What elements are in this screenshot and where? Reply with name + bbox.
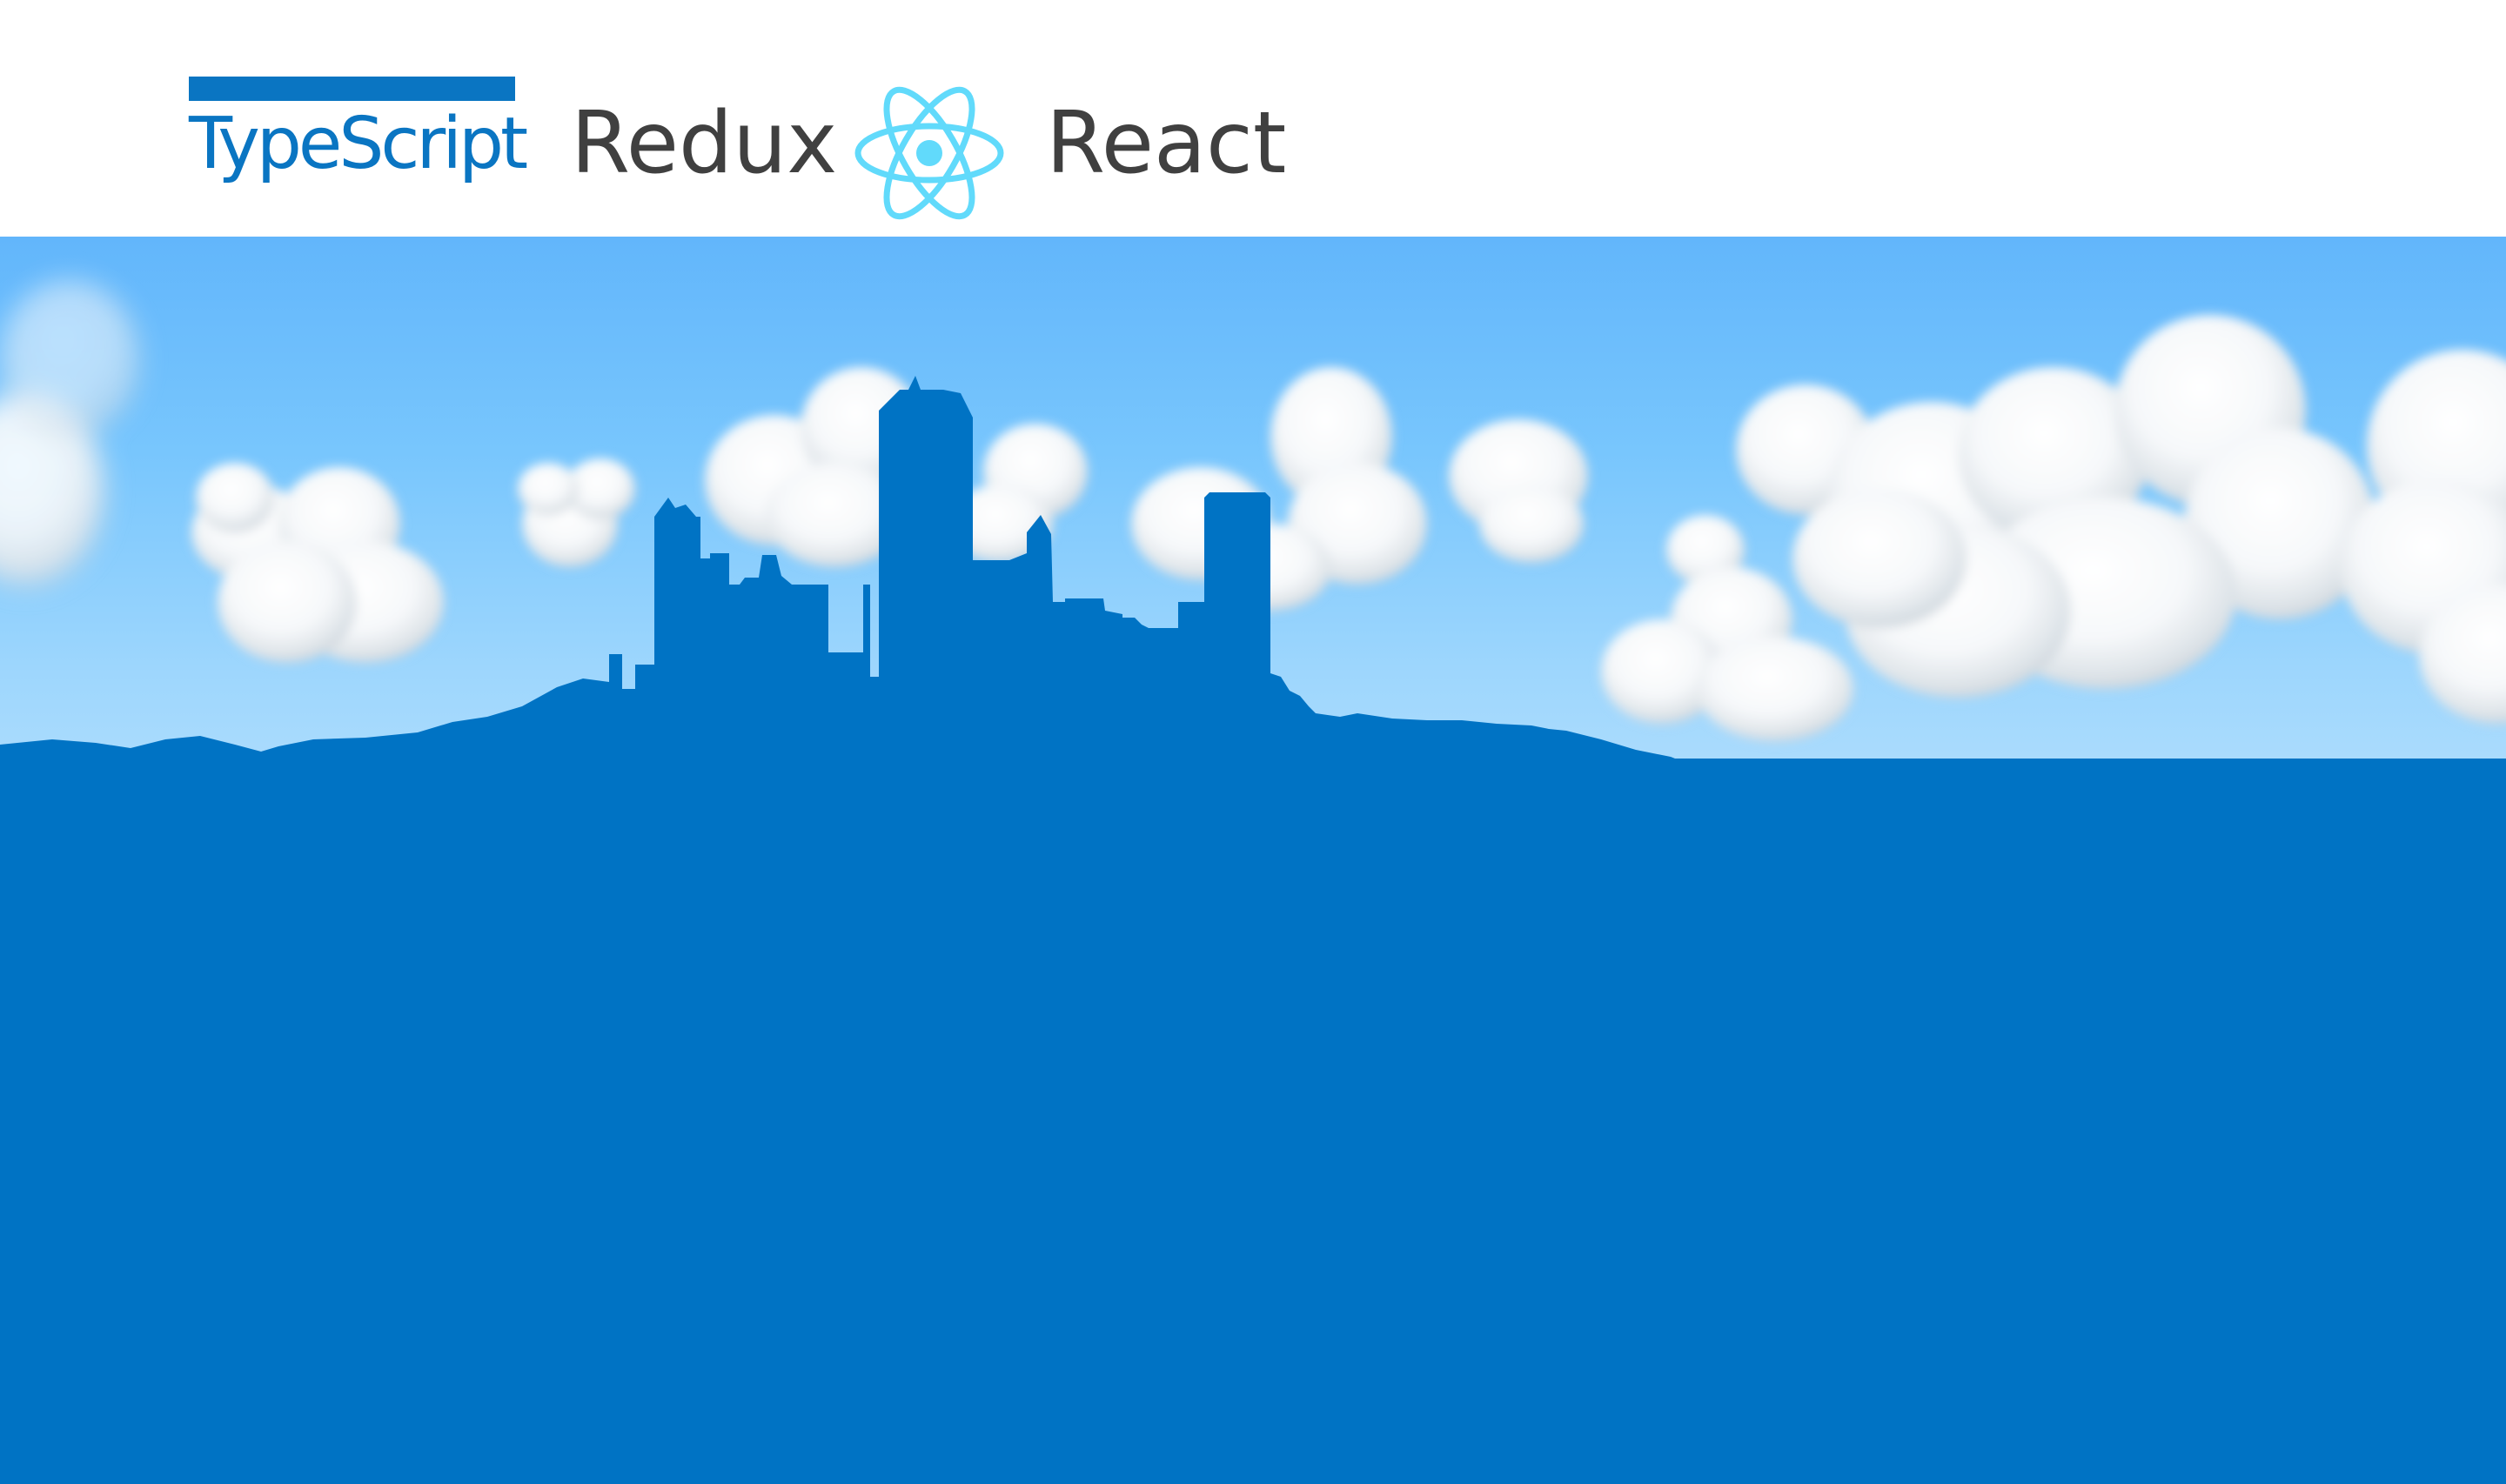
cloud — [2341, 350, 2506, 724]
city-scene-svg — [0, 280, 2506, 1484]
cloud — [1736, 315, 2375, 698]
typescript-logo: TypeScript — [189, 77, 528, 198]
cloud — [1131, 367, 1427, 611]
header: TypeScript Redux React — [0, 0, 2506, 237]
cloud — [191, 463, 444, 663]
cloud — [518, 458, 635, 567]
cloud — [0, 280, 139, 585]
redux-label: Redux — [571, 94, 838, 193]
typescript-logo-bar — [189, 77, 515, 101]
typescript-logo-text: TypeScript — [189, 103, 528, 185]
banner-illustration — [0, 237, 2506, 1484]
cloud — [1449, 419, 1588, 563]
page: TypeScript Redux React — [0, 0, 2506, 1484]
react-atom-icon — [854, 86, 1004, 220]
react-label: React — [1046, 94, 1287, 193]
